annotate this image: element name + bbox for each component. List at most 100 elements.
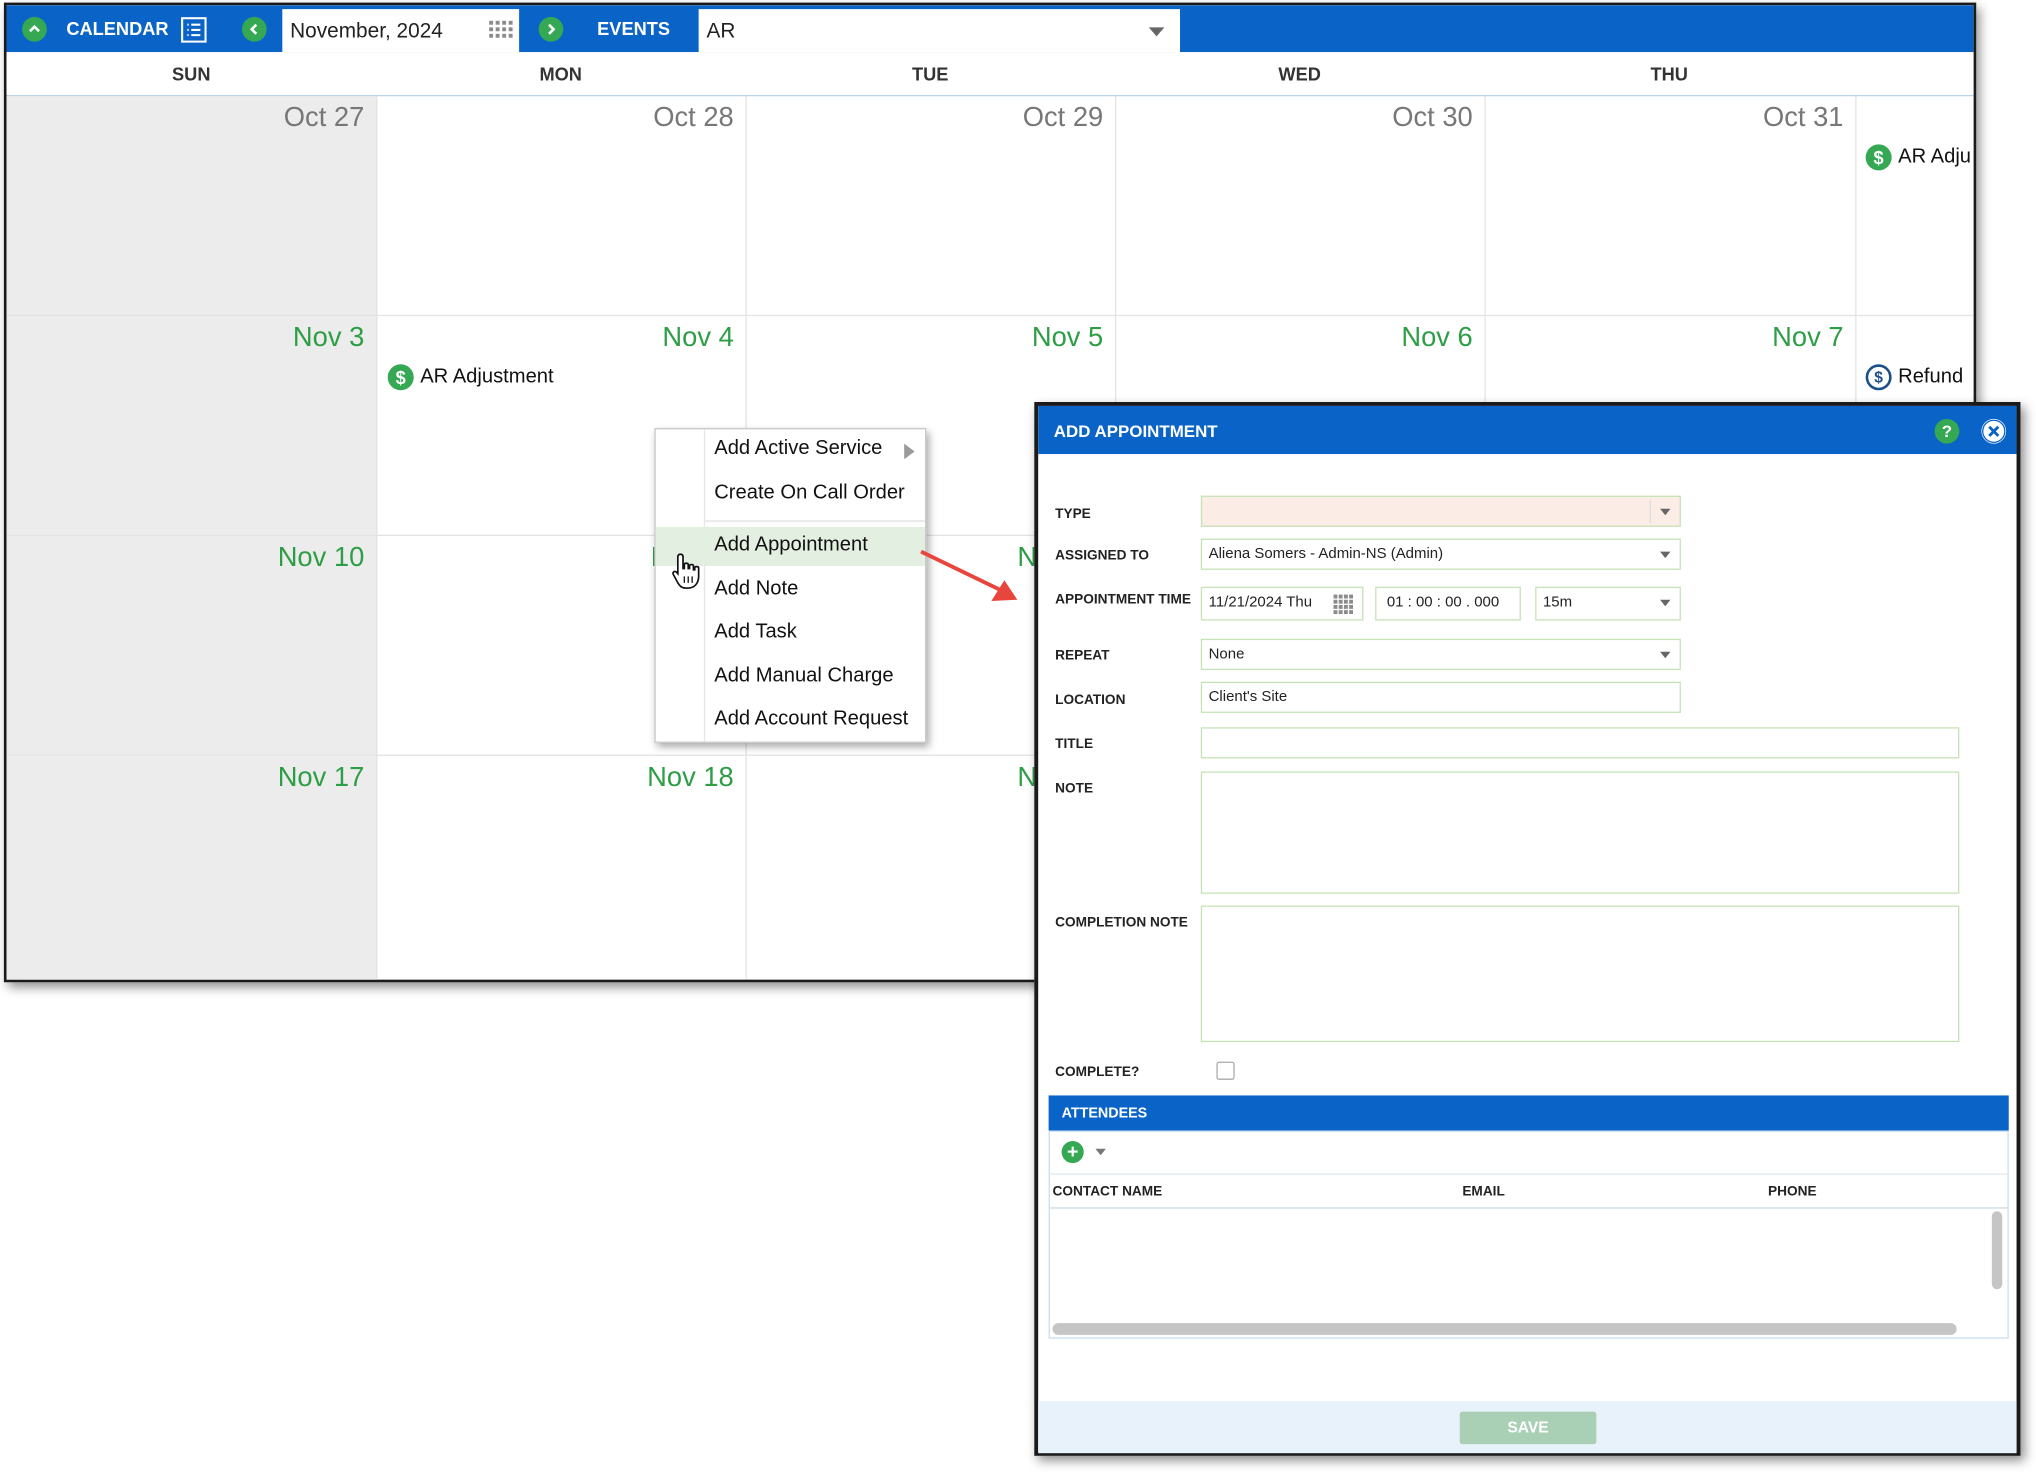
dollar-icon: $ — [1865, 144, 1892, 171]
completion-note-textarea[interactable] — [1200, 905, 1960, 1043]
collapse-up-icon[interactable] — [22, 16, 47, 42]
date-label: Nov 10 — [277, 542, 365, 573]
column-header-contact-name[interactable]: CONTACT NAME — [1053, 1184, 1163, 1200]
chevron-down-icon[interactable] — [1148, 27, 1165, 37]
attendees-divider — [1048, 1173, 2009, 1175]
completion-note-label: COMPLETION NOTE — [1055, 914, 1188, 931]
event-filter-value: AR — [706, 20, 736, 43]
date-label: Oct 28 — [653, 102, 734, 133]
menu-item-create-on-call-order[interactable]: Create On Call Order — [656, 475, 925, 514]
title-input[interactable] — [1200, 727, 1960, 759]
date-label: Nov 3 — [292, 322, 365, 353]
assigned-to-value: Aliena Somers - Admin-NS (Admin) — [1208, 546, 1444, 563]
repeat-label: REPEAT — [1055, 647, 1110, 664]
event-label: Refund — [1898, 365, 1964, 388]
chevron-down-icon[interactable] — [1095, 1148, 1106, 1156]
event-filter-select[interactable]: AR — [698, 9, 1181, 53]
chevron-down-icon[interactable] — [1660, 551, 1671, 559]
menu-item-label: Add Task — [714, 620, 797, 643]
assigned-to-label: ASSIGNED TO — [1055, 547, 1149, 564]
hand-cursor-icon — [672, 553, 700, 589]
menu-item-label: Add Active Service — [714, 437, 883, 460]
menu-item-add-active-service[interactable]: Add Active Service — [656, 431, 925, 470]
chevron-down-icon[interactable] — [1660, 651, 1671, 659]
appointment-time-input[interactable]: 01 : 00 : 00 . 000 — [1375, 586, 1521, 621]
dayname-mon: MON — [539, 63, 582, 85]
dollar-icon: $ — [387, 364, 414, 391]
appointment-time-label: APPOINTMENT TIME — [1055, 591, 1191, 608]
vertical-scrollbar[interactable] — [1991, 1211, 2003, 1290]
day-cell[interactable]: Nov 10 — [6, 536, 378, 756]
duration-value: 15m — [1542, 594, 1573, 611]
refund-icon: $ — [1865, 364, 1892, 391]
menu-item-label: Add Account Request — [714, 707, 909, 730]
close-icon[interactable] — [1981, 418, 2007, 444]
date-label: Oct 27 — [283, 102, 365, 133]
month-picker[interactable]: November, 2024 — [282, 9, 520, 53]
location-label: LOCATION — [1055, 692, 1126, 708]
calendar-toolbar: CALENDAR November, 2024 EVENTS AR — [6, 5, 1974, 53]
menu-item-label: Add Appointment — [714, 533, 868, 556]
select-divider — [1649, 499, 1651, 524]
next-month-icon[interactable] — [538, 16, 564, 42]
day-cell[interactable]: $ AR Adju — [1856, 96, 1974, 317]
location-input[interactable]: Client's Site — [1200, 681, 1681, 713]
red-arrow-icon — [920, 549, 1018, 602]
dayname-sun: SUN — [172, 63, 211, 85]
event-refund[interactable]: $ Refund — [1865, 364, 1964, 391]
repeat-select[interactable]: None — [1200, 638, 1681, 671]
column-header-phone[interactable]: PHONE — [1768, 1184, 1817, 1200]
save-button[interactable]: SAVE — [1459, 1411, 1597, 1445]
day-cell[interactable]: Oct 30 — [1116, 96, 1486, 317]
appointment-date-value: 11/21/2024 Thu — [1208, 594, 1313, 611]
add-attendee-icon[interactable]: + — [1061, 1140, 1084, 1164]
calendar-grid-icon[interactable] — [488, 18, 514, 48]
attendees-header: ATTENDEES — [1048, 1095, 2009, 1131]
day-cell[interactable]: Oct 29 — [746, 96, 1117, 317]
menu-separator — [705, 520, 926, 522]
chevron-down-icon[interactable] — [1660, 599, 1671, 607]
horizontal-scrollbar[interactable] — [1052, 1323, 1957, 1335]
event-label: AR Adjustment — [420, 365, 554, 388]
dayname-tue: TUE — [912, 63, 949, 85]
complete-checkbox[interactable] — [1216, 1061, 1235, 1080]
chevron-down-icon[interactable] — [1660, 508, 1671, 516]
repeat-value: None — [1208, 646, 1245, 663]
day-cell[interactable]: Oct 28 — [377, 96, 747, 317]
appointment-date-input[interactable]: 11/21/2024 Thu — [1200, 586, 1364, 621]
menu-item-label: Add Manual Charge — [714, 664, 894, 687]
menu-item-add-manual-charge[interactable]: Add Manual Charge — [656, 658, 925, 697]
day-cell[interactable]: Oct 31 — [1485, 96, 1857, 317]
event-ar-adjustment[interactable]: $ AR Adju — [1865, 144, 1971, 171]
type-select[interactable] — [1200, 495, 1681, 527]
title-label: TITLE — [1055, 736, 1094, 752]
column-header-email[interactable]: EMAIL — [1462, 1184, 1505, 1200]
day-cell[interactable]: Nov 3 — [6, 316, 378, 537]
location-value: Client's Site — [1208, 689, 1288, 706]
prev-month-icon[interactable] — [241, 16, 267, 42]
assigned-to-select[interactable]: Aliena Somers - Admin-NS (Admin) — [1200, 538, 1681, 570]
day-cell[interactable]: Nov 17 — [6, 755, 378, 980]
complete-label: COMPLETE? — [1055, 1064, 1140, 1080]
day-cell[interactable]: Nov 18 — [377, 755, 747, 980]
calendar-label: CALENDAR — [66, 18, 169, 40]
date-label: Nov 17 — [277, 762, 365, 793]
date-label: Nov 5 — [1031, 322, 1104, 353]
date-label: Oct 31 — [1763, 102, 1844, 133]
dayname-wed: WED — [1278, 63, 1321, 85]
chevron-right-icon — [904, 443, 915, 460]
duration-select[interactable]: 15m — [1535, 586, 1681, 621]
attendees-table-body — [1049, 1207, 2008, 1319]
dialog-title: ADD APPOINTMENT — [1038, 405, 2017, 455]
note-textarea[interactable] — [1200, 771, 1960, 894]
help-icon[interactable]: ? — [1934, 418, 1960, 444]
calendar-icon[interactable] — [1332, 593, 1354, 618]
list-view-icon[interactable] — [181, 17, 207, 50]
date-label: Oct 30 — [1392, 102, 1473, 133]
menu-item-add-account-request[interactable]: Add Account Request — [656, 701, 925, 740]
day-cell[interactable]: Oct 27 — [6, 96, 378, 317]
menu-item-label: Create On Call Order — [714, 481, 905, 504]
event-ar-adjustment[interactable]: $ AR Adjustment — [387, 364, 554, 391]
date-label: Nov 7 — [1772, 322, 1844, 353]
menu-item-add-task[interactable]: Add Task — [656, 614, 925, 653]
